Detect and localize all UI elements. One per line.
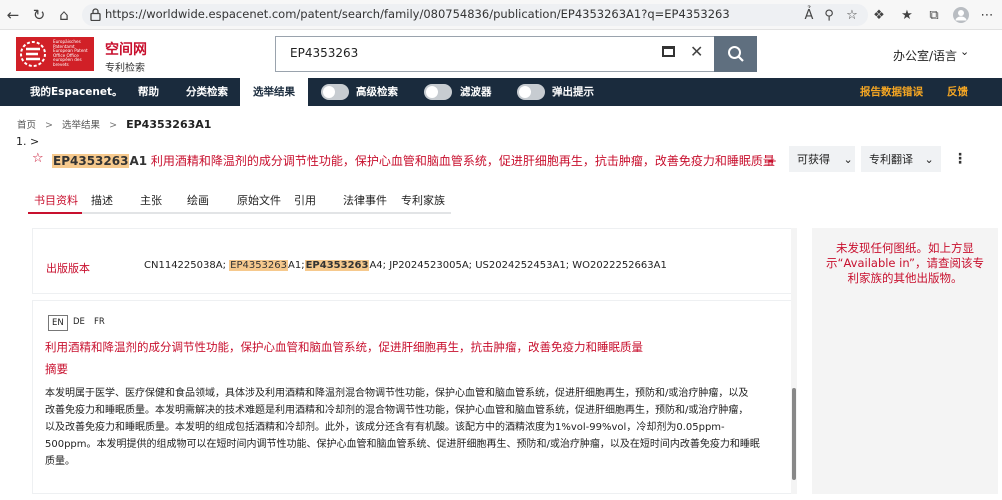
popup-tips-label: 弹出提示 [552,86,594,98]
tab-bibliographic[interactable]: 书目资料 [28,188,82,214]
result-index-number: 1. [16,135,27,148]
publication-list: CN114225038A; EP4353263A1;EP4353263A4; J… [144,260,667,271]
abstract-line: 改善免疫力和睡眠质量。本发明需解决的技术难题是利用酒精和冷却剂的混合物调节性功能… [45,405,749,416]
collections-icon[interactable]: ⧉ [925,6,943,24]
availability-label: 可获得 [797,153,830,166]
back-icon[interactable]: ← [4,6,22,24]
nav-classification-search[interactable]: 分类检索 [186,78,228,106]
abstract-panel: EN DE FR 利用酒精和降温剂的成分调节性功能，保护心血管和脑血管系统，促进… [32,300,792,494]
advanced-search-toggle[interactable] [321,84,349,100]
nav-my-espacenet[interactable]: 我的Espacenet。 [30,78,123,106]
abstract-line: 本发明属于医学、医疗保健和食品领域，具体涉及利用酒精和降温剂混合物调节性功能，保… [45,388,749,399]
address-bar[interactable]: https://worldwide.espacenet.com/patent/s… [82,4,868,26]
chevron-right-icon: > [109,120,118,131]
chevron-down-icon[interactable]: ⌄ [960,45,969,58]
expand-chevron-icon[interactable]: > [30,135,39,148]
abstract-text: 本发明属于医学、医疗保健和食品领域，具体涉及利用酒精和降温剂混合物调节性功能，保… [45,385,783,470]
search-icon [727,46,744,62]
advanced-search-label: 高级检索 [356,86,398,98]
translate-label: 专利翻译 [869,153,913,166]
tab-claims[interactable]: 主张 [140,188,162,214]
tab-drawings[interactable]: 绘画 [187,188,209,214]
more-options-icon[interactable]: ⋮ [953,151,967,167]
chevron-down-icon: ⌄ [924,153,934,166]
zoom-icon[interactable]: ⚲ [820,6,838,24]
refresh-icon[interactable]: ↻ [30,6,48,24]
search-box [275,36,715,72]
abstract-line: 500ppm。本发明提供的组成物可以在短时间内调节性功能、保护心血管和脑血管系统… [45,439,760,450]
tab-original-document[interactable]: 原始文件 [237,188,281,214]
clear-search-icon[interactable]: ✕ [690,42,703,61]
patent-translate-dropdown[interactable]: 专利翻译 ⌄ [861,146,941,172]
publication-item[interactable]: A1; [288,260,305,271]
document-number-highlight: EP4353263 [52,154,130,168]
url-text[interactable]: https://worldwide.espacenet.com/patent/s… [105,7,730,21]
extensions-icon[interactable]: ❖ [870,6,888,24]
site-header: Europäisches Patentamt European Patent O… [0,30,1002,78]
favorites-icon[interactable]: ★ [898,6,916,24]
publication-item[interactable]: A4; JP2024523005A; US2024252453A1; WO202… [369,260,666,271]
breadcrumb: 首页 > 选举结果 > EP4353263A1 [17,117,211,131]
search-button[interactable] [714,36,757,72]
chevron-down-icon: ⌄ [843,153,853,166]
abstract-title: 利用酒精和降温剂的成分调节性功能，保护心血管和脑血管系统，促进肝细胞再生，抗击肿… [45,340,643,354]
epo-logo[interactable]: Europäisches Patentamt European Patent O… [16,37,94,71]
popup-tips-toggle[interactable] [517,84,545,100]
breadcrumb-current: EP4353263A1 [126,118,212,131]
home-icon[interactable]: ⌂ [55,6,73,24]
lock-icon [90,8,101,21]
breadcrumb-results[interactable]: 选举结果 [62,120,100,131]
office-language-selector[interactable]: 办公室/语言 [893,47,957,64]
breadcrumb-home[interactable]: 首页 [17,120,36,131]
tab-citations[interactable]: 引用 [294,188,316,214]
publication-highlight[interactable]: EP4353263 [304,260,370,271]
publication-highlight[interactable]: EP4353263 [229,260,289,271]
add-to-list-icon[interactable]: + [767,154,777,168]
favorite-star-icon[interactable]: ☆ [32,151,44,166]
tab-description[interactable]: 描述 [91,188,113,214]
logo-text: Europäisches Patentamt European Patent O… [53,39,88,67]
document-number-suffix: A1 [129,154,148,168]
profile-avatar-icon[interactable] [952,6,970,24]
lang-de-button[interactable]: DE [70,315,88,329]
document-title-text: 利用酒精和降温剂的成分调节性功能，保护心血管和脑血管系统，促进肝细胞再生，抗击肿… [150,154,775,168]
favorite-star-icon[interactable]: ☆ [843,6,861,24]
publication-item[interactable]: CN114225038A; [144,260,229,271]
nav-help[interactable]: 帮助 [138,78,159,106]
brand-subtitle: 专利检索 [105,63,145,74]
document-title: EP4353263A1 利用酒精和降温剂的成分调节性功能，保护心血管和脑血管系统… [52,152,775,169]
no-drawings-message: 未发现任何图纸。如上方显示“Available in”，请查阅该专利家族的其他出… [826,241,984,285]
tab-legal-events[interactable]: 法律事件 [343,188,387,214]
result-index[interactable]: 1. > [16,135,39,148]
more-menu-icon[interactable]: ⋯ [978,6,996,24]
drawings-side-panel: 未发现任何图纸。如上方显示“Available in”，请查阅该专利家族的其他出… [812,228,998,494]
feedback-link[interactable]: 反馈 [947,78,968,106]
browser-toolbar: ← ↻ ⌂ https://worldwide.espacenet.com/pa… [0,0,1002,30]
keyboard-icon[interactable] [662,46,675,57]
abstract-line: 以及改善免疫力和睡眠质量。本发明的组成包括酒精和冷却剂。此外，该成分还含有有机酸… [45,422,725,433]
scrollbar-thumb[interactable] [792,388,796,480]
read-aloud-icon[interactable]: Ả [800,6,818,24]
lang-en-button[interactable]: EN [48,315,68,331]
lang-fr-button[interactable]: FR [91,315,108,329]
nav-results[interactable]: 选举结果 [240,78,308,106]
main-navbar: 我的Espacenet。 帮助 分类检索 选举结果 高级检索 滤波器 弹出提示 … [0,78,1002,106]
brand-title: 空间网 [105,42,147,58]
filters-label: 滤波器 [460,86,492,98]
abstract-line: 质量。 [45,456,75,467]
publication-label: 出版版本 [46,262,90,275]
publication-panel: 出版版本 CN114225038A; EP4353263A1;EP4353263… [32,228,792,294]
filters-toggle[interactable] [424,84,452,100]
tab-patent-family[interactable]: 专利家族 [401,188,445,214]
search-input[interactable] [290,46,650,60]
epo-logo-mark-icon [20,41,46,67]
report-data-error-link[interactable]: 报告数据错误 [860,78,923,106]
abstract-heading: 摘要 [45,362,68,376]
availability-dropdown[interactable]: 可获得 ⌄ [789,146,855,172]
chevron-right-icon: > [45,120,54,131]
